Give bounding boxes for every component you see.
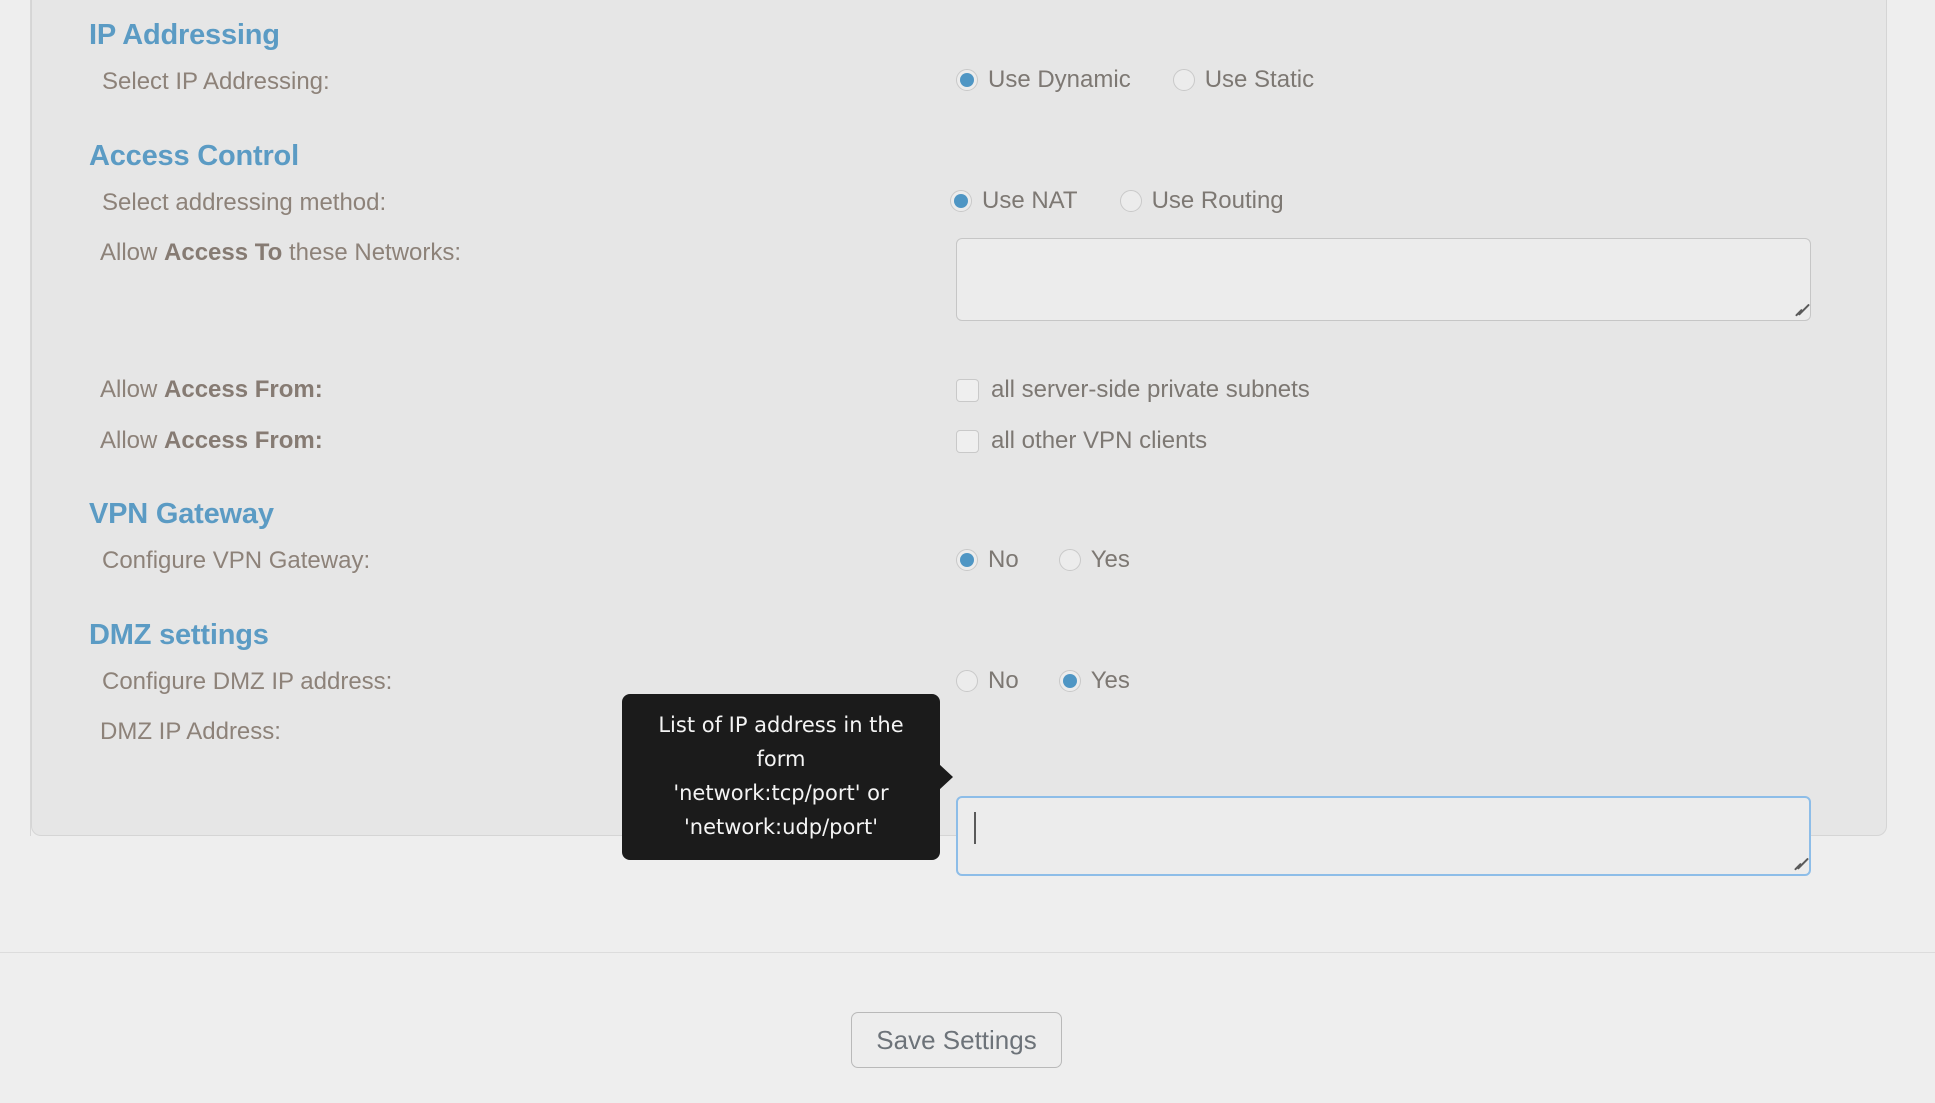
tooltip-arrow-icon: [939, 764, 953, 790]
label-text: DMZ IP Address:: [100, 718, 281, 745]
radio-icon-use-static[interactable]: [1172, 69, 1195, 91]
radio-icon-use-dynamic[interactable]: [956, 69, 978, 91]
label-text: Select IP Addressing:: [102, 68, 330, 95]
tooltip-line-2: 'network:tcp/port' or: [673, 781, 889, 805]
radio-icon-dmz-yes[interactable]: [1058, 670, 1081, 692]
label-allow-access-from-subnets: Allow Access From:: [100, 376, 323, 404]
radio-icon-dmz-no[interactable]: [956, 670, 978, 692]
radio-label-vpn-gateway-no: No: [988, 546, 1019, 573]
label-select-addressing-method: Select addressing method:: [102, 189, 386, 217]
radio-icon-use-routing[interactable]: [1119, 190, 1142, 212]
radio-icon-use-nat[interactable]: [950, 190, 972, 212]
tooltip-line-3: 'network:udp/port': [684, 815, 878, 839]
radio-label-dmz-no: No: [988, 667, 1019, 694]
settings-panel: [31, 0, 1887, 836]
label-text-emphasis: Access To: [164, 239, 283, 266]
label-text-prefix: Allow: [100, 427, 165, 454]
radio-group-ip-addressing: Use Dynamic Use Static: [956, 66, 1314, 94]
section-title-dmz-settings: DMZ settings: [89, 619, 269, 651]
section-title-access-control: Access Control: [89, 140, 299, 172]
resize-handle-icon[interactable]: [1791, 857, 1809, 871]
radio-label-use-routing: Use Routing: [1151, 187, 1284, 214]
label-text-prefix: Allow: [100, 239, 165, 266]
checkbox-row-server-side-subnets[interactable]: all server-side private subnets: [956, 376, 1310, 404]
access-to-networks-textarea[interactable]: [956, 238, 1811, 321]
label-allow-access-to-networks: Allow Access To these Networks:: [100, 239, 461, 267]
checkbox-icon-server-side-subnets[interactable]: [956, 378, 979, 402]
settings-page: IP Addressing Select IP Addressing: Use …: [0, 0, 1935, 1103]
section-title-ip-addressing: IP Addressing: [89, 19, 280, 51]
dmz-ip-address-tooltip: List of IP address in the form 'network:…: [622, 694, 953, 860]
radio-option-vpn-gateway-no[interactable]: No: [956, 546, 1019, 574]
radio-label-use-nat: Use NAT: [982, 187, 1078, 214]
radio-group-vpn-gateway: No Yes: [956, 546, 1130, 574]
checkbox-row-other-vpn-clients[interactable]: all other VPN clients: [956, 427, 1207, 455]
save-settings-button[interactable]: Save Settings: [851, 1012, 1062, 1068]
label-text-emphasis: Access From:: [164, 427, 323, 454]
label-text: Configure DMZ IP address:: [102, 668, 393, 695]
radio-group-addressing-method: Use NAT Use Routing: [950, 187, 1284, 215]
label-dmz-ip-address: DMZ IP Address:: [100, 718, 281, 746]
checkbox-label-server-side-subnets: all server-side private subnets: [991, 376, 1310, 403]
radio-icon-vpn-gateway-yes[interactable]: [1058, 549, 1081, 571]
label-text-emphasis: Access From:: [164, 376, 323, 403]
label-allow-access-from-vpn-clients: Allow Access From:: [100, 427, 323, 455]
dmz-ip-address-textarea[interactable]: [956, 796, 1811, 876]
text-cursor: [974, 812, 976, 844]
label-configure-vpn-gateway: Configure VPN Gateway:: [102, 547, 370, 575]
radio-group-dmz-ip-address: No Yes: [956, 667, 1130, 695]
label-text-suffix: these Networks:: [282, 239, 462, 266]
radio-option-dmz-no[interactable]: No: [956, 667, 1019, 695]
radio-option-use-nat[interactable]: Use NAT: [950, 187, 1078, 215]
radio-option-use-static[interactable]: Use Static: [1172, 66, 1315, 94]
radio-label-vpn-gateway-yes: Yes: [1090, 546, 1130, 573]
radio-label-use-dynamic: Use Dynamic: [988, 66, 1131, 93]
radio-option-vpn-gateway-yes[interactable]: Yes: [1058, 546, 1130, 574]
label-text: Select addressing method:: [102, 189, 387, 216]
label-configure-dmz-ip-address: Configure DMZ IP address:: [102, 668, 392, 696]
resize-handle-icon[interactable]: [1792, 303, 1810, 317]
label-text: Configure VPN Gateway:: [102, 547, 371, 574]
label-select-ip-addressing: Select IP Addressing:: [102, 68, 330, 96]
checkbox-icon-other-vpn-clients[interactable]: [956, 429, 979, 453]
radio-label-dmz-yes: Yes: [1090, 667, 1130, 694]
radio-option-dmz-yes[interactable]: Yes: [1058, 667, 1130, 695]
tooltip-line-1: List of IP address in the form: [658, 713, 904, 771]
radio-icon-vpn-gateway-no[interactable]: [956, 549, 978, 571]
checkbox-label-other-vpn-clients: all other VPN clients: [991, 427, 1208, 454]
section-title-vpn-gateway: VPN Gateway: [89, 498, 274, 530]
label-text-prefix: Allow: [100, 376, 165, 403]
radio-option-use-dynamic[interactable]: Use Dynamic: [956, 66, 1131, 94]
radio-label-use-static: Use Static: [1204, 66, 1315, 93]
radio-option-use-routing[interactable]: Use Routing: [1119, 187, 1284, 215]
